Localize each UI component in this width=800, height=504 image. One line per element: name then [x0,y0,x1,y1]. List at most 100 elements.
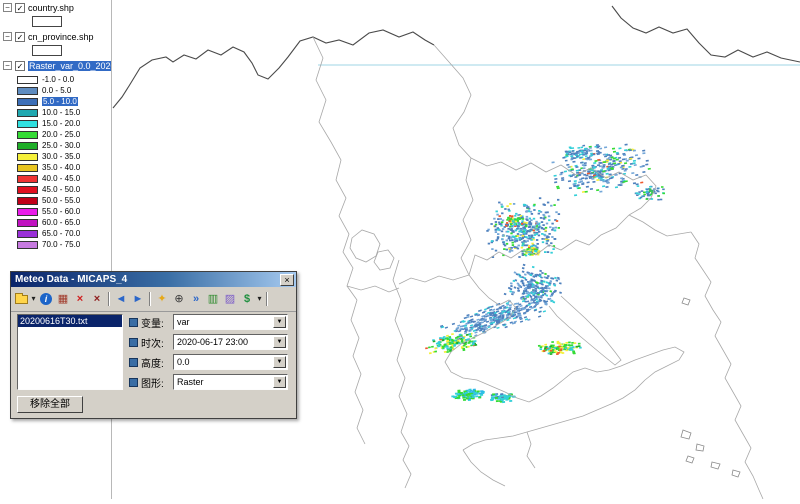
legend-item[interactable]: 30.0 - 35.0 [17,151,111,162]
field-icon [129,358,138,367]
legend-color-swatch [17,120,38,128]
layer-row-raster[interactable]: − ✓ Raster_var_0.0_2020-0 [0,59,111,72]
legend-item[interactable]: 45.0 - 50.0 [17,184,111,195]
star-icon[interactable]: ✦ [154,291,170,307]
legend-item[interactable]: 25.0 - 30.0 [17,140,111,151]
file-list-item[interactable]: 20200616T30.txt [18,315,122,327]
file-listbox[interactable]: 20200616T30.txt [17,314,123,390]
layer-checkbox[interactable]: ✓ [15,61,25,71]
map-canvas[interactable] [0,0,800,499]
legend-range-label: 70.0 - 75.0 [42,240,80,249]
open-folder-icon[interactable] [13,291,29,307]
time-field-row: 时次:2020-06-17 23:00▼ [129,334,288,350]
layer-checkbox[interactable]: ✓ [15,3,25,13]
legend-item[interactable]: 35.0 - 40.0 [17,162,111,173]
graphic-value: Raster [177,377,204,387]
legend-item[interactable]: 5.0 - 10.0 [17,96,111,107]
layer-row-province[interactable]: − ✓ cn_province.shp [0,30,111,43]
dialog-titlebar[interactable]: Meteo Data - MICAPS_4 × [11,272,296,287]
combo-dropdown-button[interactable]: ▼ [273,376,286,388]
expander-icon[interactable]: − [3,3,12,12]
legend-item[interactable]: 20.0 - 25.0 [17,129,111,140]
variable-combobox[interactable]: var▼ [173,314,288,330]
expander-icon[interactable]: − [3,61,12,70]
table-icon[interactable]: ▦ [55,291,71,307]
remove-all-button[interactable]: 移除全部 [17,396,83,413]
legend-item[interactable]: 55.0 - 60.0 [17,206,111,217]
legend-range-label: 5.0 - 10.0 [42,97,78,106]
raster-legend: -1.0 - 0.00.0 - 5.05.0 - 10.0 10.0 - 15.0… [17,74,111,250]
legend-color-swatch [17,87,38,95]
expander-icon[interactable]: − [3,32,12,41]
level-combobox[interactable]: 0.0▼ [173,354,288,370]
island-outlines [681,298,740,477]
application-window: − ✓ country.shp − ✓ cn_province.shp − ✓ … [0,0,800,499]
legend-range-label: 60.0 - 65.0 [42,218,80,227]
legend-range-label: -1.0 - 0.0 [42,75,74,84]
layer-label: cn_province.shp [28,32,94,42]
dollar-icon[interactable]: $ [239,291,255,307]
legend-color-swatch [17,197,38,205]
dialog-toolbar: ▾i▦××◄►✦⊕»▥▨$▾ [11,287,296,312]
run-icon[interactable]: » [188,291,204,307]
toolbar-separator [108,292,110,306]
legend-color-swatch [17,208,38,216]
chart-icon[interactable]: ▥ [205,291,221,307]
legend-item[interactable]: 15.0 - 20.0 [17,118,111,129]
dialog-title: Meteo Data - MICAPS_4 [15,274,127,285]
close-icon[interactable]: × [280,274,294,286]
field-icon [129,318,138,327]
combo-dropdown-button[interactable]: ▼ [273,316,286,328]
legend-item[interactable]: 0.0 - 5.0 [17,85,111,96]
graphic-combobox[interactable]: Raster ▼ [173,374,288,390]
legend-color-swatch [17,76,38,84]
legend-item[interactable]: 60.0 - 65.0 [17,217,111,228]
layer-row-country[interactable]: − ✓ country.shp [0,1,111,14]
legend-range-label: 50.0 - 55.0 [42,196,80,205]
legend-range-label: 20.0 - 25.0 [42,130,80,139]
dialog-fields: 变量:var▼时次:2020-06-17 23:00▼高度:0.0▼图形:Ras… [129,314,288,394]
legend-range-label: 55.0 - 60.0 [42,207,80,216]
layer-checkbox[interactable]: ✓ [15,32,25,42]
legend-item[interactable]: 50.0 - 55.0 [17,195,111,206]
legend-range-label: 10.0 - 15.0 [42,108,80,117]
variable-field-row: 变量:var▼ [129,314,288,330]
close-file-icon[interactable]: × [89,291,105,307]
image-icon[interactable]: ▨ [222,291,238,307]
back-icon[interactable]: ◄ [113,291,129,307]
layer-label: Raster_var_0.0_2020-0 [28,61,111,71]
layers-panel: − ✓ country.shp − ✓ cn_province.shp − ✓ … [0,0,112,499]
dollar-dropdown-icon[interactable]: ▾ [256,291,263,307]
delete-icon[interactable]: × [72,291,88,307]
field-icon [129,378,138,387]
legend-color-swatch [17,164,38,172]
toolbar-separator [149,292,151,306]
time-combobox[interactable]: 2020-06-17 23:00▼ [173,334,288,350]
info-icon[interactable]: i [40,293,52,305]
legend-item[interactable]: 40.0 - 45.0 [17,173,111,184]
combo-dropdown-button[interactable]: ▼ [273,356,286,368]
map-svg [0,0,800,499]
variable-label: 变量: [141,315,173,330]
open-dropdown-icon[interactable]: ▾ [30,291,37,307]
field-icon [129,338,138,347]
meteo-data-dialog: Meteo Data - MICAPS_4 × ▾i▦××◄►✦⊕»▥▨$▾ 2… [10,271,297,419]
legend-color-swatch [17,131,38,139]
folder-glyph [15,295,28,304]
zoom-icon[interactable]: ⊕ [171,291,187,307]
level-label: 高度: [141,355,173,370]
toolbar-separator [266,292,268,306]
combo-dropdown-button[interactable]: ▼ [273,336,286,348]
legend-range-label: 45.0 - 50.0 [42,185,80,194]
legend-color-swatch [17,142,38,150]
legend-item[interactable]: 10.0 - 15.0 [17,107,111,118]
layer-label: country.shp [28,3,74,13]
legend-item[interactable]: 65.0 - 70.0 [17,228,111,239]
forward-icon[interactable]: ► [130,291,146,307]
legend-color-swatch [17,241,38,249]
legend-range-label: 65.0 - 70.0 [42,229,80,238]
legend-color-swatch [17,98,38,106]
legend-item[interactable]: 70.0 - 75.0 [17,239,111,250]
layer-symbol-swatch [32,16,62,27]
legend-item[interactable]: -1.0 - 0.0 [17,74,111,85]
